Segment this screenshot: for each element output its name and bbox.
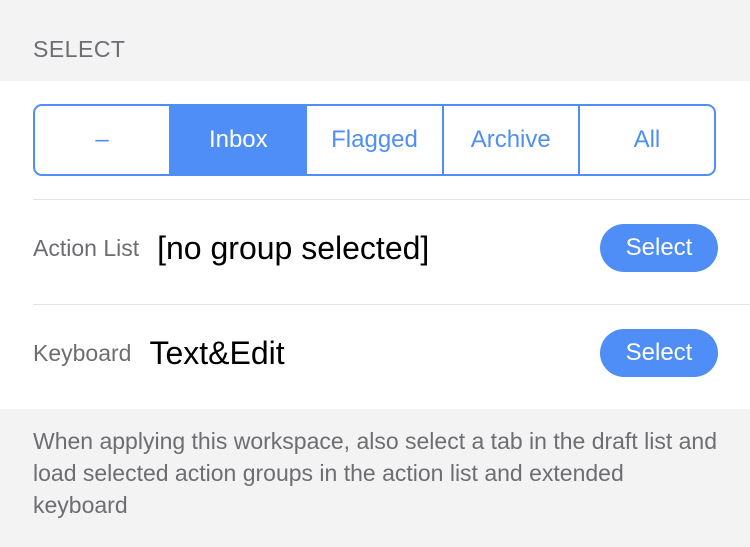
keyboard-row: Keyboard Text&Edit Select (33, 323, 718, 383)
tab-flagged[interactable]: Flagged (305, 106, 441, 174)
keyboard-select-button[interactable]: Select (600, 329, 718, 377)
keyboard-label: Keyboard (33, 339, 132, 366)
action-list-row: Action List [no group selected] Select (33, 218, 718, 278)
settings-card: – Inbox Flagged Archive All Action List … (0, 81, 750, 409)
section-header: SELECT (33, 36, 126, 62)
tab-segmented-control: – Inbox Flagged Archive All (33, 104, 716, 176)
divider (33, 304, 750, 305)
tab-all[interactable]: All (577, 106, 714, 174)
divider (33, 199, 750, 200)
footer-description: When applying this workspace, also selec… (33, 428, 717, 518)
action-list-select-button[interactable]: Select (600, 224, 718, 272)
action-list-value: [no group selected] (157, 229, 430, 266)
tab-archive[interactable]: Archive (441, 106, 578, 174)
action-list-label: Action List (33, 234, 140, 261)
tab-none[interactable]: – (35, 106, 169, 174)
tab-inbox[interactable]: Inbox (169, 106, 306, 174)
keyboard-value: Text&Edit (149, 334, 285, 371)
